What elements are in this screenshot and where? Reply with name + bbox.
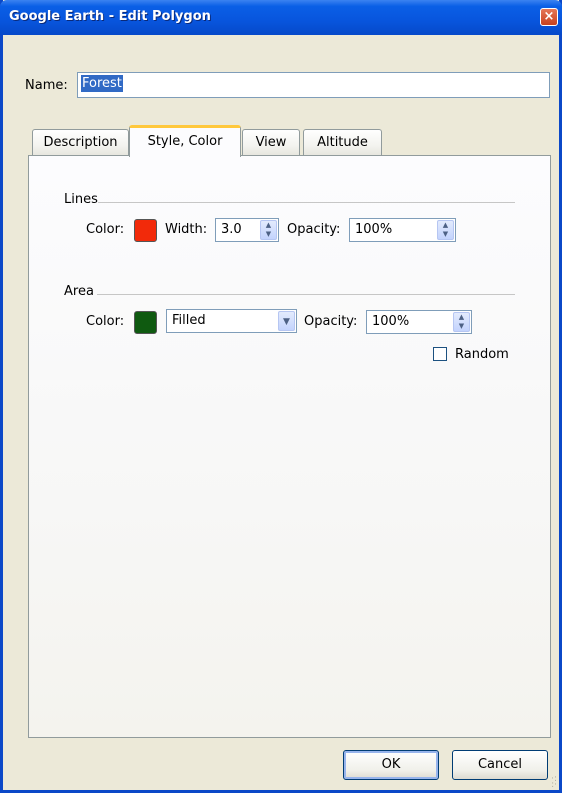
tab-style-color[interactable]: Style, Color	[129, 125, 241, 157]
edit-polygon-dialog: Google Earth - Edit Polygon × Name: Fore…	[0, 0, 562, 793]
name-label: Name:	[25, 78, 68, 93]
lines-opacity-spinner[interactable]: 100% ▲ ▼	[349, 218, 456, 242]
random-checkbox[interactable]	[433, 347, 447, 361]
cancel-button[interactable]: Cancel	[452, 750, 548, 780]
area-opacity-label: Opacity:	[304, 314, 358, 329]
tab-label: Style, Color	[147, 134, 223, 149]
cancel-label: Cancel	[477, 757, 523, 772]
title-bar[interactable]: Google Earth - Edit Polygon ×	[0, 0, 562, 35]
tab-label: Description	[43, 135, 118, 150]
spin-arrows-icon[interactable]: ▲ ▼	[260, 220, 277, 240]
chevron-down-icon[interactable]: ▼	[278, 311, 295, 331]
style-color-panel: Lines Color: Width: 3.0 ▲ ▼ Opacity: 100%…	[28, 155, 551, 738]
spin-arrows-icon[interactable]: ▲ ▼	[437, 220, 454, 240]
area-color-swatch[interactable]	[134, 311, 157, 334]
lines-width-value: 3.0	[221, 222, 242, 237]
resize-grip-icon[interactable]: ·::·	[551, 775, 557, 790]
area-color-label: Color:	[86, 314, 125, 329]
lines-width-spinner[interactable]: 3.0 ▲ ▼	[215, 218, 279, 242]
area-group-divider	[97, 294, 515, 295]
area-group-title: Area	[64, 284, 94, 299]
ok-button[interactable]: OK	[343, 750, 439, 780]
close-icon[interactable]: ×	[540, 8, 558, 26]
lines-opacity-label: Opacity:	[287, 222, 341, 237]
name-field[interactable]: Forest	[77, 72, 550, 98]
spin-arrows-icon[interactable]: ▲ ▼	[453, 312, 470, 332]
area-opacity-spinner[interactable]: 100% ▲ ▼	[366, 310, 472, 334]
lines-color-swatch[interactable]	[134, 219, 157, 242]
lines-width-label: Width:	[165, 222, 208, 237]
tab-label: View	[255, 135, 287, 150]
area-opacity-value: 100%	[372, 314, 410, 329]
area-fill-select[interactable]: Filled ▼	[166, 309, 297, 333]
tab-altitude[interactable]: Altitude	[303, 129, 382, 156]
area-fill-value: Filled	[172, 313, 206, 328]
tab-description[interactable]: Description	[32, 129, 129, 156]
name-value: Forest	[81, 75, 123, 92]
window-title: Google Earth - Edit Polygon	[9, 9, 211, 24]
tab-view[interactable]: View	[242, 129, 300, 156]
lines-group-title: Lines	[64, 192, 98, 207]
tab-label: Altitude	[317, 135, 368, 150]
lines-opacity-value: 100%	[355, 222, 393, 237]
random-label: Random	[455, 347, 509, 362]
lines-color-label: Color:	[86, 222, 125, 237]
lines-group-divider	[98, 202, 515, 203]
ok-label: OK	[381, 757, 401, 772]
